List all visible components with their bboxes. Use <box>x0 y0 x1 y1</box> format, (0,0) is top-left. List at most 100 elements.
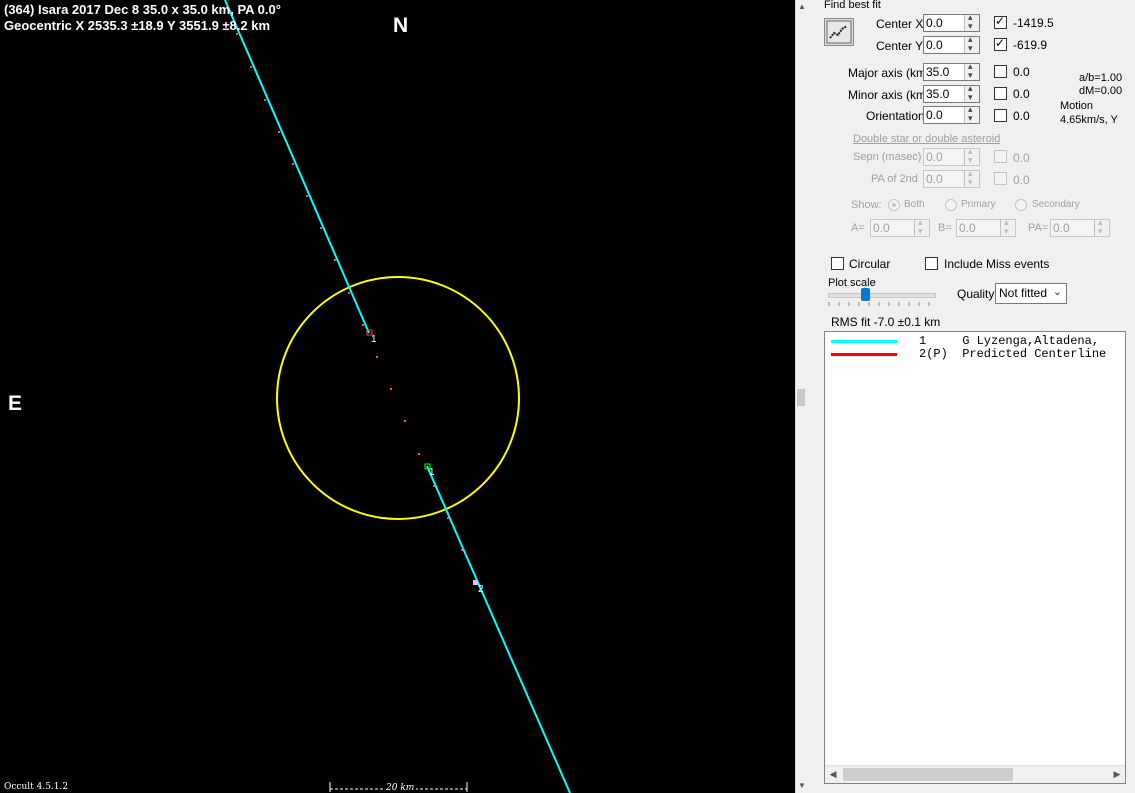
scroll-left-icon[interactable]: ◀ <box>825 766 841 783</box>
spinner-arrows-icon[interactable] <box>964 61 979 81</box>
plot-scale-slider-thumb[interactable] <box>861 288 870 301</box>
sepn-input[interactable]: 0.0 <box>923 146 980 166</box>
show-primary-label: Primary <box>961 199 996 210</box>
minor-axis-result: 0.0 <box>1013 87 1030 101</box>
splitter-scrollbar[interactable]: ▲ ▼ <box>795 0 822 793</box>
minor-axis-label: Minor axis (km) <box>848 88 931 102</box>
minor-axis-input[interactable]: 35.0 <box>923 83 980 103</box>
spinner-arrows-icon[interactable] <box>964 146 979 166</box>
center-y-checkbox[interactable]: ✓ <box>994 36 1007 51</box>
chord-dot <box>320 227 322 229</box>
center-y-label: Center Y <box>876 39 924 53</box>
chord-dot <box>362 324 364 326</box>
fit-control-panel: Find best fit Center X 0.0 ✓ -1419.5 Cen… <box>821 0 1135 793</box>
circular-checkbox[interactable] <box>831 257 844 270</box>
spinner-arrows-icon[interactable] <box>914 217 929 237</box>
spinner-arrows-icon[interactable] <box>964 104 979 124</box>
center-x-result: -1419.5 <box>1013 16 1054 30</box>
scroll-down-icon[interactable]: ▼ <box>796 779 808 793</box>
major-axis-result: 0.0 <box>1013 65 1030 79</box>
a-input[interactable]: 0.0 <box>870 217 930 237</box>
observer-entry: 2(P) Predicted Centerline <box>919 347 1107 361</box>
spinner-arrows-icon[interactable] <box>964 12 979 32</box>
show-secondary-label: Secondary <box>1032 199 1080 210</box>
a-label: A= <box>851 222 865 234</box>
minor-axis-checkbox[interactable] <box>994 87 1007 100</box>
pa2nd-result: 0.0 <box>1013 173 1030 187</box>
find-best-fit-button[interactable] <box>824 18 854 46</box>
center-x-input[interactable]: 0.0 <box>923 12 980 32</box>
show-both-label: Both <box>904 199 925 210</box>
chord-dot <box>278 131 280 133</box>
chord-dot <box>376 356 378 358</box>
center-y-input[interactable]: 0.0 <box>923 34 980 54</box>
spinner-arrows-icon[interactable] <box>964 168 979 188</box>
north-label: N <box>393 14 409 37</box>
orientation-result: 0.0 <box>1013 109 1030 123</box>
quality-dropdown[interactable]: Not fitted ⌄ <box>995 283 1067 304</box>
b-input[interactable]: 0.0 <box>956 217 1016 237</box>
scroll-up-icon[interactable]: ▲ <box>796 0 808 14</box>
chord-label: 1 <box>429 467 435 478</box>
orientation-label: Orientation <box>866 109 925 123</box>
horizontal-scrollbar[interactable]: ◀ ▶ <box>825 765 1125 783</box>
scale-bar-label: 20 km <box>384 783 417 793</box>
scroll-thumb[interactable] <box>797 389 805 406</box>
spinner-arrows-icon[interactable] <box>964 83 979 103</box>
chord-dot <box>264 99 266 101</box>
pa2nd-label: PA of 2nd <box>871 173 918 185</box>
include-miss-checkbox[interactable] <box>925 257 938 270</box>
center-x-checkbox[interactable]: ✓ <box>994 14 1007 29</box>
double-star-link[interactable]: Double star or double asteroid <box>853 133 1000 145</box>
plot-scale-slider[interactable] <box>828 293 936 298</box>
orientation-checkbox[interactable] <box>994 109 1007 122</box>
sepn-result: 0.0 <box>1013 151 1030 165</box>
chord-dot <box>250 66 252 68</box>
delta-mag: dM=0.00 <box>1079 85 1123 97</box>
plot-canvas <box>224 0 571 793</box>
slider-ticks <box>828 302 930 306</box>
show-primary-radio[interactable] <box>945 199 957 211</box>
observer-color-swatch <box>831 353 897 356</box>
center-y-result: -619.9 <box>1013 38 1048 52</box>
scroll-right-icon[interactable]: ▶ <box>1109 766 1125 783</box>
occultation-plot[interactable]: (364) Isara 2017 Dec 8 35.0 x 35.0 km, P… <box>0 0 795 793</box>
show-secondary-radio[interactable] <box>1015 199 1027 211</box>
chord-label: 2 <box>478 584 484 595</box>
circular-label: Circular <box>849 257 891 271</box>
spinner-arrows-icon[interactable] <box>1094 217 1109 237</box>
show-both-radio[interactable] <box>888 199 900 211</box>
pa2nd-input[interactable]: 0.0 <box>923 168 980 188</box>
chord-dot <box>461 549 463 551</box>
major-axis-input[interactable]: 35.0 <box>923 61 980 81</box>
asteroid-profile-ellipse <box>276 276 520 520</box>
chord-label: 1 <box>371 334 377 345</box>
pa-input[interactable]: 0.0 <box>1050 217 1110 237</box>
sepn-checkbox[interactable] <box>994 150 1007 163</box>
chord-dot <box>348 292 350 294</box>
version-label: Occult 4.5.1.2 <box>4 782 69 792</box>
orientation-input[interactable]: 0.0 <box>923 104 980 124</box>
find-best-fit-label: Find best fit <box>824 0 881 11</box>
sepn-label: Sepn (masec) <box>853 151 922 163</box>
east-label: E <box>8 392 23 415</box>
spinner-arrows-icon[interactable] <box>1000 217 1015 237</box>
motion-value: 4.65km/s, Y <box>1060 114 1118 126</box>
chord-dot <box>447 517 449 519</box>
chord-line-north <box>224 0 370 334</box>
chord-dot <box>334 259 336 261</box>
horizontal-scroll-thumb[interactable] <box>843 768 1013 781</box>
observer-list[interactable]: 1 G Lyzenga,Altadena, 2(P) Predicted Cen… <box>824 331 1126 784</box>
pa2nd-checkbox[interactable] <box>994 172 1007 185</box>
spinner-arrows-icon[interactable] <box>964 34 979 54</box>
center-x-label: Center X <box>876 17 924 31</box>
motion-label: Motion <box>1060 100 1094 112</box>
observer-color-swatch <box>831 340 897 343</box>
major-axis-label: Major axis (km) <box>848 66 931 80</box>
chevron-down-icon: ⌄ <box>1052 286 1062 298</box>
plot-geocentric: Geocentric X 2535.3 ±18.9 Y 3551.9 ±8.2 … <box>4 18 271 33</box>
major-axis-checkbox[interactable] <box>994 65 1007 78</box>
chord-dot <box>292 163 294 165</box>
chord-dot <box>418 453 420 455</box>
quality-label: Quality <box>957 287 995 301</box>
